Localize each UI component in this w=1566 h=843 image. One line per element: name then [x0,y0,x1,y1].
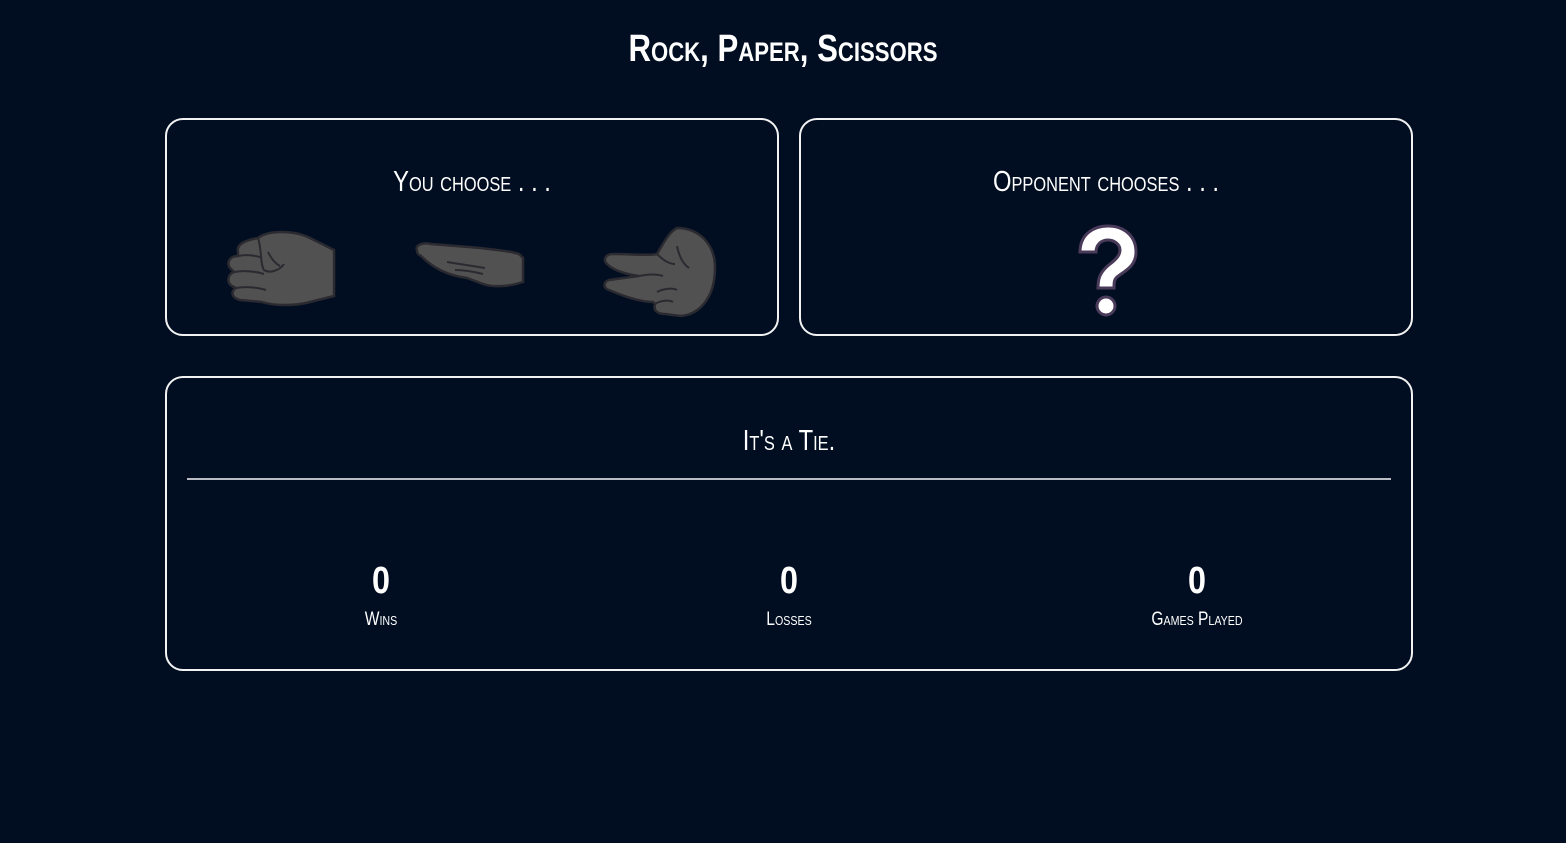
wins-stat: 0 Wins [281,558,481,632]
paper-hand-icon [415,242,525,288]
scissors-choice-button[interactable] [601,224,719,320]
losses-count: 0 [780,560,798,602]
losses-stat: 0 Losses [689,558,889,632]
question-mark-icon [1072,222,1142,322]
game-page: Rock, Paper, Scissors You choose . . . O… [0,0,1566,843]
wins-label: Wins [364,609,398,630]
wins-count: 0 [372,560,390,602]
games-played-stat: 0 Games Played [1097,558,1297,632]
opponent-choice-panel: Opponent chooses . . . [799,118,1413,336]
result-panel: It's a Tie. 0 Wins 0 Losses 0 Games Play… [165,376,1413,671]
rock-hand-icon [227,230,336,307]
player-choice-panel: You choose . . . [165,118,779,336]
result-message: It's a Tie. [742,425,836,457]
page-title: Rock, Paper, Scissors [628,28,938,70]
opponent-choice-heading: Opponent chooses . . . [992,166,1220,198]
losses-label: Losses [766,609,812,630]
games-played-count: 0 [1188,560,1206,602]
rock-choice-button[interactable] [224,224,342,320]
scissors-hand-icon [603,226,717,318]
games-played-label: Games Played [1151,609,1243,630]
divider [187,478,1391,480]
player-choice-heading: You choose . . . [393,166,551,198]
paper-choice-button[interactable] [411,224,529,320]
